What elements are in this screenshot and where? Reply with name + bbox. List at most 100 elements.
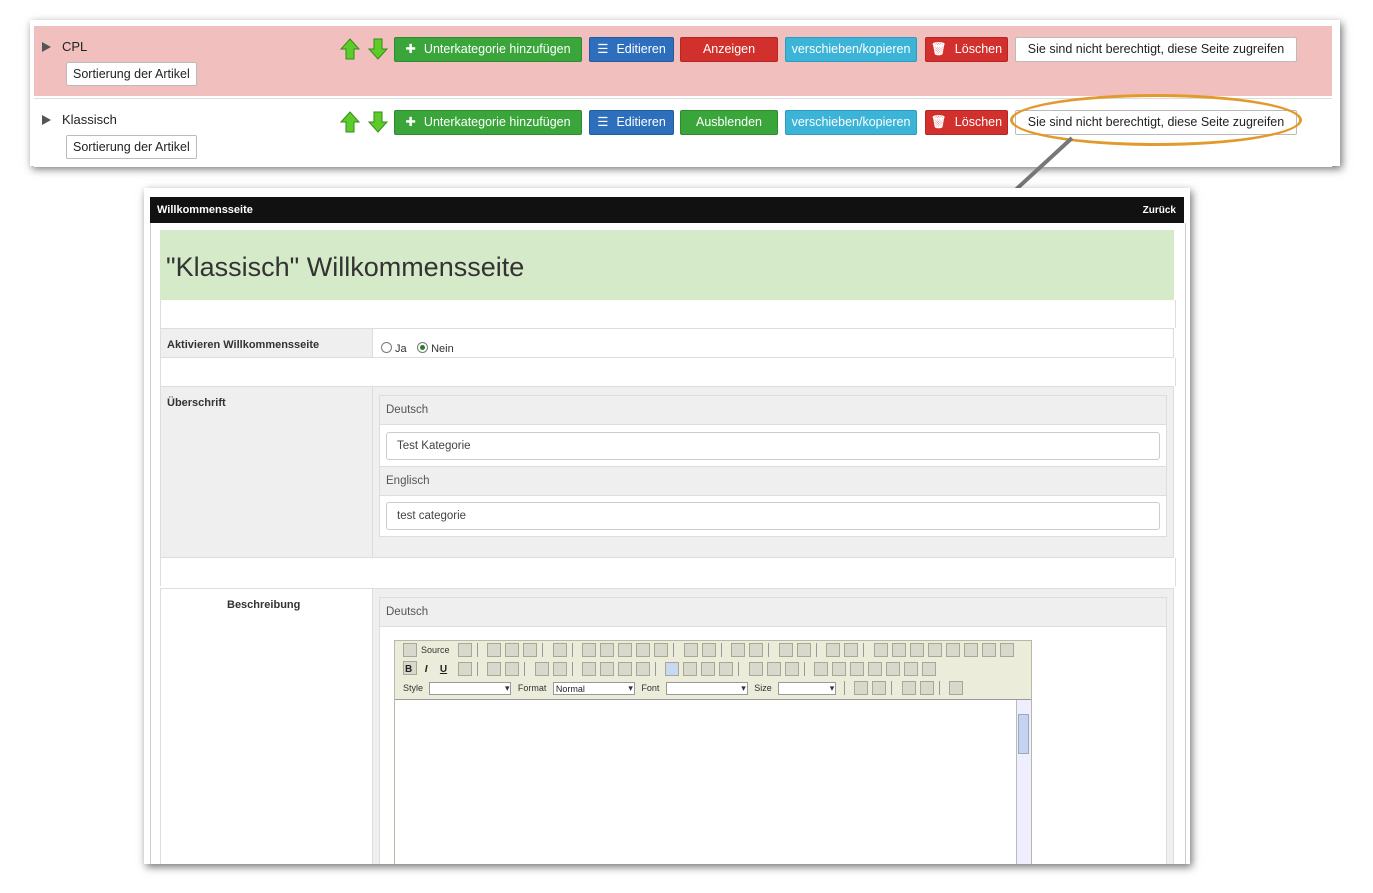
move-down-icon[interactable] — [368, 38, 388, 60]
blockquote-icon[interactable] — [617, 662, 632, 676]
spacer — [160, 558, 1176, 586]
form-icon[interactable] — [873, 643, 888, 657]
radio-no[interactable] — [417, 342, 429, 353]
button-icon[interactable] — [981, 643, 996, 657]
paste-word-icon[interactable] — [654, 643, 669, 657]
radio-yes[interactable] — [381, 342, 392, 353]
align-left-icon[interactable] — [665, 662, 680, 676]
bold-icon[interactable]: B — [405, 664, 412, 675]
paste-icon[interactable] — [618, 643, 633, 657]
expand-triangle-icon[interactable] — [42, 42, 51, 52]
bullet-list-icon[interactable] — [552, 662, 567, 676]
edit-button[interactable]: ☰ Editieren — [589, 37, 674, 62]
sort-articles-button[interactable]: Sortierung der Artikel — [66, 135, 197, 159]
print-icon[interactable] — [683, 643, 698, 657]
align-center-icon[interactable] — [683, 662, 698, 676]
special-char-icon[interactable] — [904, 662, 919, 676]
hide-button[interactable]: Ausblenden — [680, 110, 778, 135]
activate-label: Aktivieren Willkommensseite — [161, 329, 372, 357]
spellcheck-icon[interactable] — [701, 643, 716, 657]
redo-icon[interactable] — [749, 643, 764, 657]
select-all-icon[interactable] — [826, 643, 841, 657]
no-access-button[interactable]: Sie sind nicht berechtigt, diese Seite z… — [1015, 37, 1297, 62]
textarea-icon[interactable] — [945, 643, 960, 657]
select-icon[interactable] — [963, 643, 978, 657]
save-icon[interactable] — [487, 643, 502, 657]
add-subcategory-button[interactable]: ✚ Unterkategorie hinzufügen — [394, 37, 582, 62]
welcome-page-panel: Willkommensseite Zurück "Klassisch" Will… — [144, 188, 1190, 864]
move-down-icon[interactable] — [368, 111, 388, 133]
table-icon[interactable] — [850, 662, 865, 676]
description-row: Beschreibung Deutsch Source B I U Style … — [160, 588, 1174, 864]
template-icon[interactable] — [457, 643, 472, 657]
subscript-icon[interactable] — [487, 662, 502, 676]
maximize-icon[interactable] — [901, 681, 916, 695]
scroll-thumb[interactable] — [1018, 714, 1029, 754]
checkbox-icon[interactable] — [891, 643, 906, 657]
trash-icon: 🗑 — [930, 115, 947, 129]
radio-icon[interactable] — [909, 643, 924, 657]
image-icon[interactable] — [814, 662, 829, 676]
remove-format-icon[interactable] — [844, 643, 859, 657]
cut-icon[interactable] — [582, 643, 597, 657]
new-page-icon[interactable] — [505, 643, 520, 657]
show-button[interactable]: Anzeigen — [680, 37, 778, 62]
paste-text-icon[interactable] — [636, 643, 651, 657]
superscript-icon[interactable] — [505, 662, 520, 676]
image-button-icon[interactable] — [999, 643, 1014, 657]
editor-content-area[interactable] — [395, 699, 1031, 864]
category-row-cpl: CPL Sortierung der Artikel ✚ Unterkategor… — [34, 26, 1332, 96]
textfield-icon[interactable] — [927, 643, 942, 657]
preview-icon[interactable] — [523, 643, 538, 657]
move-up-icon[interactable] — [340, 38, 360, 60]
font-select[interactable] — [665, 681, 748, 695]
heading-en-input[interactable]: test categorie — [386, 502, 1160, 530]
outdent-icon[interactable] — [581, 662, 596, 676]
smiley-icon[interactable] — [886, 662, 901, 676]
sort-articles-button[interactable]: Sortierung der Artikel — [66, 62, 197, 86]
align-justify-icon[interactable] — [719, 662, 734, 676]
move-up-icon[interactable] — [340, 111, 360, 133]
underline-icon[interactable]: U — [440, 664, 447, 675]
editor-scrollbar[interactable] — [1016, 700, 1031, 864]
link-icon[interactable] — [748, 662, 763, 676]
replace-icon[interactable] — [796, 643, 811, 657]
description-value: Deutsch Source B I U Style ▾ Format Norm… — [372, 589, 1173, 864]
heading-de-input[interactable]: Test Kategorie — [386, 432, 1160, 460]
page-break-icon[interactable] — [922, 662, 937, 676]
strike-icon[interactable] — [457, 662, 472, 676]
back-link[interactable]: Zurück — [1143, 205, 1176, 216]
size-select[interactable] — [778, 681, 837, 695]
find-icon[interactable] — [778, 643, 793, 657]
undo-icon[interactable] — [731, 643, 746, 657]
window-title: Willkommensseite — [157, 204, 253, 216]
bg-color-icon[interactable] — [872, 681, 887, 695]
edit-button[interactable]: ☰ Editieren — [589, 110, 674, 135]
delete-button[interactable]: 🗑 Löschen — [925, 37, 1008, 62]
move-copy-button[interactable]: verschieben/kopieren — [785, 37, 917, 62]
trash-icon: 🗑 — [930, 42, 947, 56]
text-color-icon[interactable] — [854, 681, 869, 695]
indent-icon[interactable] — [599, 662, 614, 676]
horizontal-rule-icon[interactable] — [868, 662, 883, 676]
source-icon[interactable] — [403, 643, 417, 657]
move-copy-button[interactable]: verschieben/kopieren — [785, 110, 917, 135]
show-blocks-icon[interactable] — [919, 681, 934, 695]
category-name: CPL — [62, 39, 88, 54]
align-right-icon[interactable] — [701, 662, 716, 676]
category-name: Klassisch — [62, 112, 117, 127]
italic-icon[interactable]: I — [425, 664, 428, 675]
copy-icon[interactable] — [600, 643, 615, 657]
format-select[interactable]: Normal — [552, 681, 635, 695]
add-subcategory-button[interactable]: ✚ Unterkategorie hinzufügen — [394, 110, 582, 135]
unlink-icon[interactable] — [766, 662, 781, 676]
templates-icon[interactable] — [552, 643, 567, 657]
div-icon[interactable] — [635, 662, 650, 676]
help-icon[interactable] — [949, 681, 964, 695]
activate-row: Aktivieren Willkommensseite Ja Nein — [160, 328, 1174, 358]
style-select[interactable] — [429, 681, 512, 695]
flash-icon[interactable] — [832, 662, 847, 676]
numbered-list-icon[interactable] — [534, 662, 549, 676]
expand-triangle-icon[interactable] — [42, 115, 51, 125]
anchor-icon[interactable] — [784, 662, 799, 676]
